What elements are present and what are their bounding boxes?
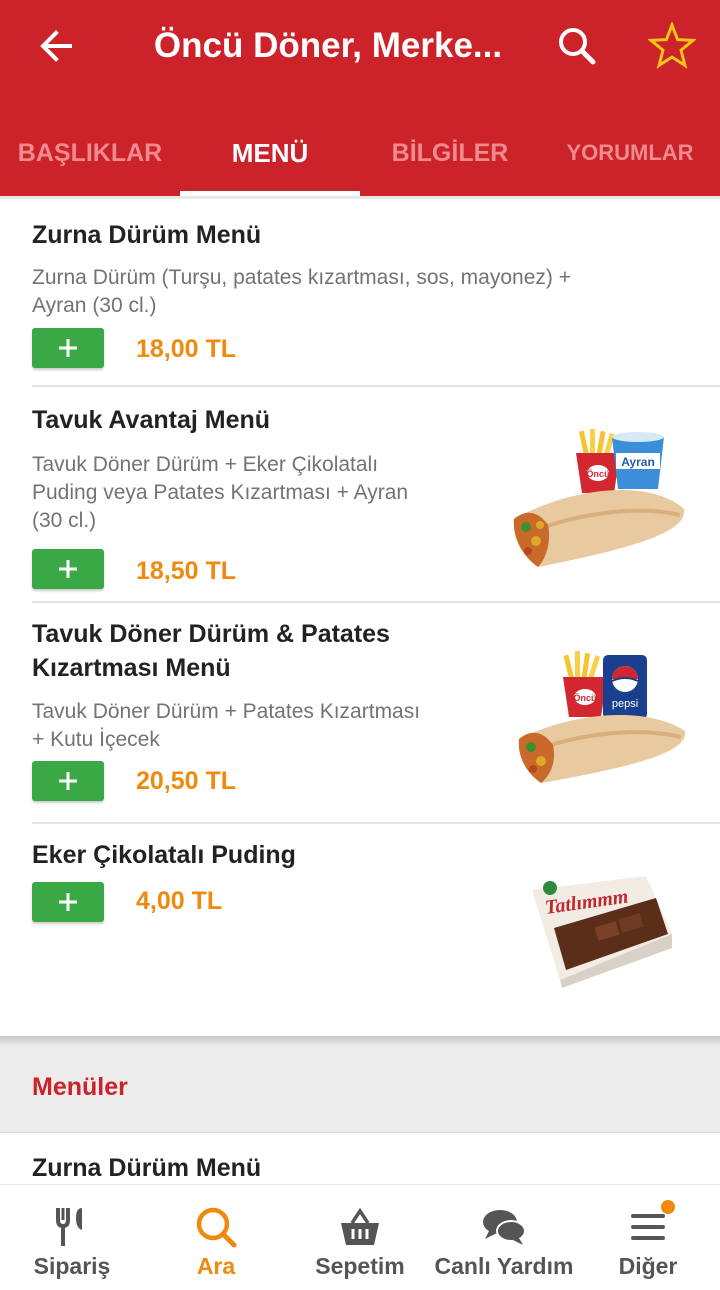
nav-label: Sipariş <box>33 1253 111 1279</box>
basket-icon <box>339 1205 381 1249</box>
item-name: Tavuk Avantaj Menü <box>32 406 271 434</box>
section-title: Menüler <box>32 1073 128 1101</box>
item-description-line: + Kutu İçecek <box>32 728 160 751</box>
item-description-line: Puding veya Patates Kızartması + Ayran <box>32 481 409 504</box>
item-description: Tavuk Döner Dürüm + Eker Çikolatalı Pudi… <box>32 451 492 535</box>
menu-item-eker-cikolatali-puding[interactable]: Eker Çikolatalı Puding 4,00 TL Tatlımmm <box>0 824 720 1036</box>
item-description-line: (30 cl.) <box>32 509 97 532</box>
menu-combo-image: Öncü pepsi <box>518 651 686 783</box>
chat-bubbles-icon <box>481 1205 527 1249</box>
menu-item-zurna-durum-menu[interactable]: Zurna Dürüm Menü Zurna Dürüm (Turşu, pat… <box>0 196 720 386</box>
plus-icon <box>59 339 77 357</box>
nav-label: Ara <box>196 1253 236 1279</box>
fork-knife-icon <box>54 1205 90 1249</box>
page-title: Öncü Döner, Merke... <box>153 26 503 65</box>
tab-label: MENÜ <box>231 137 309 168</box>
add-to-cart-button[interactable] <box>32 549 104 589</box>
plus-icon <box>59 893 77 911</box>
item-description: Tavuk Döner Dürüm + Patates Kızartması +… <box>32 698 492 754</box>
tab-menu[interactable]: MENÜ <box>180 110 360 196</box>
item-description: Zurna Dürüm (Turşu, patates kızartması, … <box>32 264 682 320</box>
menu-combo-image: Öncü Ayran <box>513 429 685 567</box>
plus-icon <box>59 772 77 790</box>
durum-wrap-image <box>513 490 685 567</box>
back-button[interactable] <box>22 14 90 78</box>
tab-label: YORUMLAR <box>566 140 694 165</box>
pudding-image: Tatlımmm <box>532 876 672 988</box>
item-description-line: Ayran (30 cl.) <box>32 294 157 317</box>
star-outline-icon <box>648 22 696 69</box>
menu-item-tavuk-avantaj-menu[interactable]: Tavuk Avantaj Menü Tavuk Döner Dürüm + E… <box>0 387 720 602</box>
add-to-cart-button[interactable] <box>32 882 104 922</box>
can-brand: pepsi <box>612 698 638 710</box>
cup-brand: Ayran <box>621 455 655 469</box>
item-description-line: Zurna Dürüm (Turşu, patates kızartması, … <box>32 266 571 289</box>
ayran-cup-image: Ayran <box>612 432 664 489</box>
menu-item-zurna-durum-menu[interactable]: Zurna Dürüm Menü <box>0 1133 720 1184</box>
tab-bar: BAŞLIKLAR MENÜ BİLGİLER YORUMLAR <box>0 110 720 196</box>
search-icon <box>559 28 596 65</box>
favorite-button[interactable] <box>640 14 704 78</box>
search-button[interactable] <box>548 16 606 76</box>
menu-icon <box>629 1205 667 1249</box>
item-name: Zurna Dürüm Menü <box>32 1154 262 1182</box>
tab-label: BİLGİLER <box>391 138 509 167</box>
item-price: 18,00 TL <box>136 335 237 363</box>
app-header: Öncü Döner, Merke... BAŞLIKLAR MENÜ BİLG… <box>0 0 720 196</box>
item-name-line: Kızartması Menü <box>32 654 231 682</box>
bottom-navigation: Sipariş Ara Sepetim Canlı Yardım Diğer <box>0 1184 720 1290</box>
section-header-menuler: Menüler <box>0 1046 720 1132</box>
tab-yorumlar[interactable]: YORUMLAR <box>540 110 720 196</box>
add-to-cart-button[interactable] <box>32 328 104 368</box>
fries-box-brand: Öncü <box>573 693 596 703</box>
tab-basliklar[interactable]: BAŞLIKLAR <box>0 110 180 196</box>
nav-label: Sepetim <box>315 1253 405 1279</box>
item-price: 18,50 TL <box>136 557 237 585</box>
toolbar: Öncü Döner, Merke... <box>0 0 720 96</box>
section-shadow <box>0 1036 720 1046</box>
pepsi-can-image: pepsi <box>603 655 647 719</box>
fries-box-brand: Öncü <box>586 469 609 479</box>
item-name: Zurna Dürüm Menü <box>32 221 262 249</box>
item-name: Eker Çikolatalı Puding <box>32 841 296 869</box>
nav-canli-yardim[interactable]: Canlı Yardım <box>432 1185 576 1290</box>
item-name-line: Tavuk Döner Dürüm & Patates <box>32 620 390 648</box>
durum-wrap-image <box>518 715 686 783</box>
item-name: Tavuk Döner Dürüm & Patates Kızartması M… <box>32 617 390 685</box>
tab-bilgiler[interactable]: BİLGİLER <box>360 110 540 196</box>
menu-item-tavuk-doner-durum-patates-menu[interactable]: Tavuk Döner Dürüm & Patates Kızartması M… <box>0 603 720 823</box>
plus-icon <box>59 560 77 578</box>
tab-label: BAŞLIKLAR <box>17 138 163 167</box>
nav-label: Canlı Yardım <box>434 1253 574 1279</box>
nav-ara[interactable]: Ara <box>144 1185 288 1290</box>
fries-image: Öncü <box>563 651 607 717</box>
nav-sepetim[interactable]: Sepetim <box>288 1185 432 1290</box>
nav-siparis[interactable]: Sipariş <box>0 1185 144 1290</box>
nav-diger[interactable]: Diğer <box>576 1185 720 1290</box>
item-price: 4,00 TL <box>136 887 223 915</box>
item-description-line: Tavuk Döner Dürüm + Patates Kızartması <box>32 700 421 723</box>
search-icon <box>195 1205 237 1249</box>
item-description-line: Tavuk Döner Dürüm + Eker Çikolatalı <box>32 453 379 476</box>
notification-dot <box>661 1200 675 1214</box>
menu-list[interactable]: Zurna Dürüm Menü Zurna Dürüm (Turşu, pat… <box>0 196 720 1184</box>
arrow-left-icon <box>40 30 72 62</box>
add-to-cart-button[interactable] <box>32 761 104 801</box>
item-price: 20,50 TL <box>136 767 237 795</box>
nav-label: Diğer <box>618 1253 678 1279</box>
